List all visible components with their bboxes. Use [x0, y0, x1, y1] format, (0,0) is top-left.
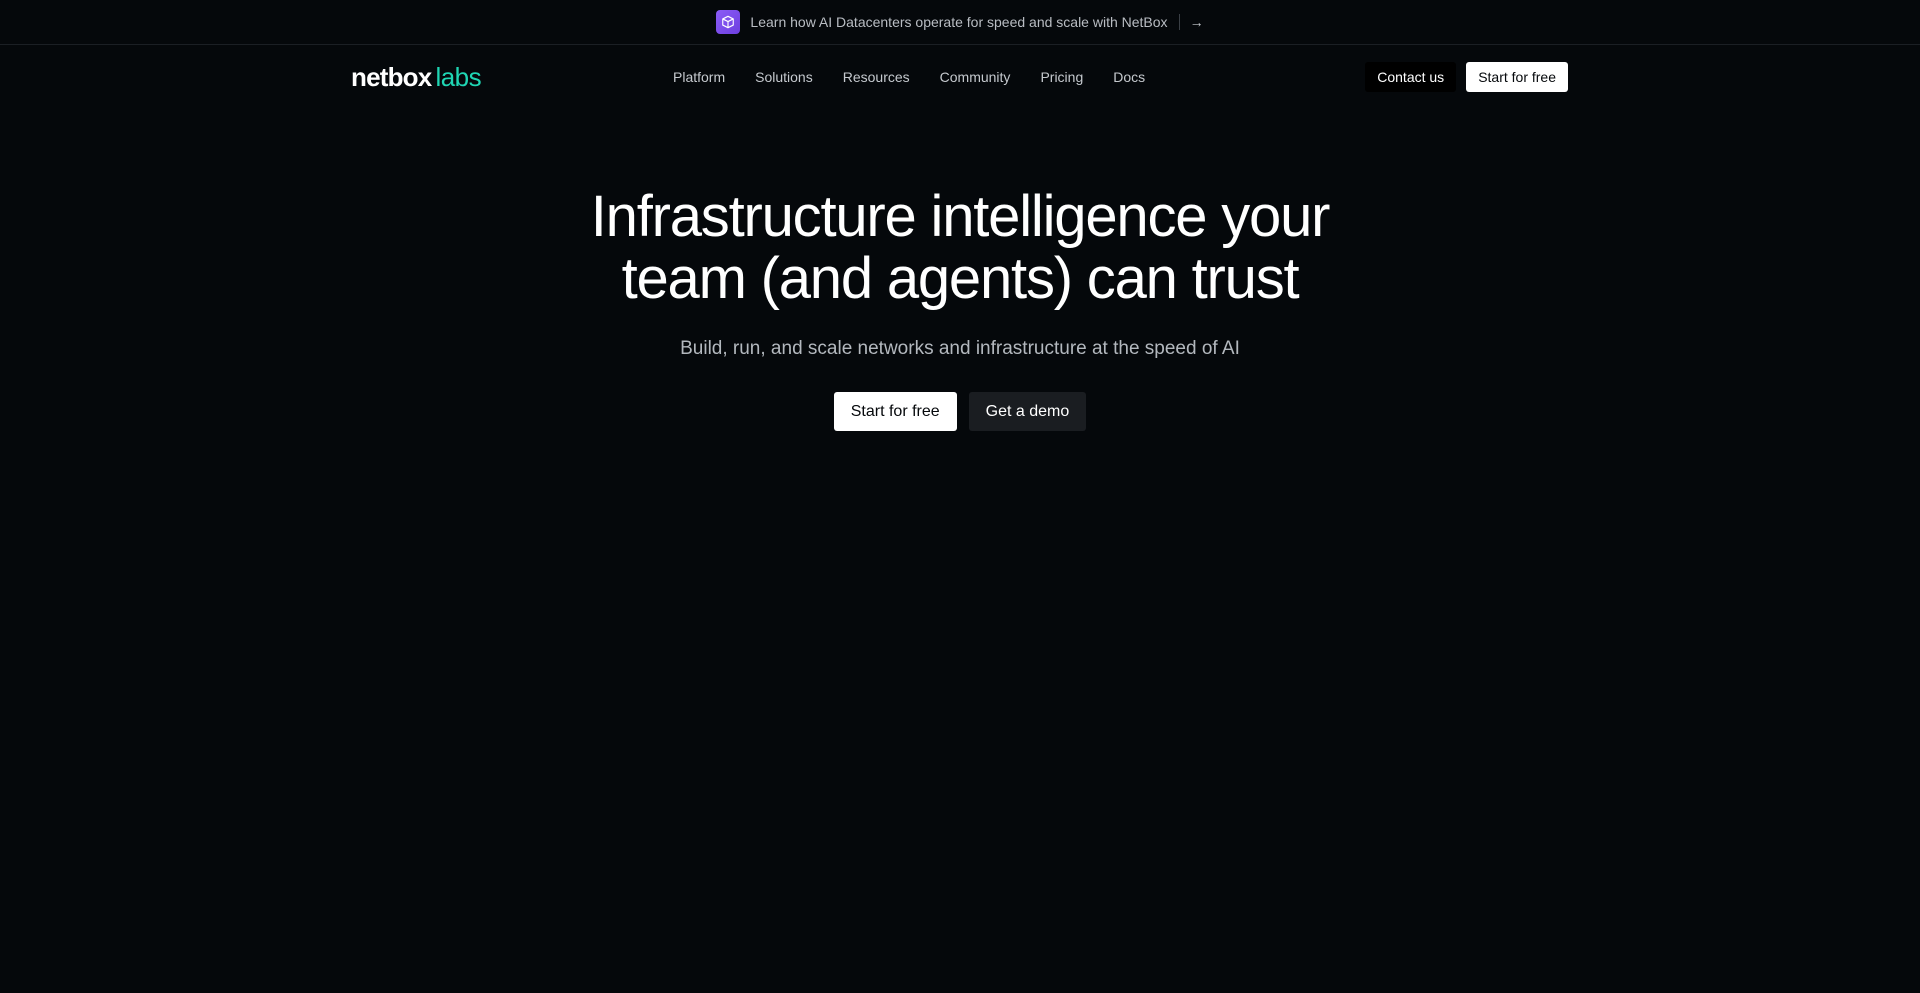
get-demo-button[interactable]: Get a demo — [968, 392, 1087, 431]
announcement-text: Learn how AI Datacenters operate for spe… — [750, 14, 1168, 30]
nav-item-docs[interactable]: Docs — [1113, 69, 1145, 85]
top-navigation: netbox labs Platform Solutions Resources … — [0, 46, 1920, 108]
arrow-right-icon: → — [1189, 14, 1204, 30]
hero-title-line-1: Infrastructure intelligence your — [590, 184, 1331, 249]
nav-item-resources[interactable]: Resources — [843, 69, 910, 85]
netbox-labs-logo[interactable]: netbox labs — [351, 62, 482, 92]
nav-item-pricing[interactable]: Pricing — [1040, 69, 1083, 85]
nav-actions: Contact us Start for free — [1365, 62, 1568, 92]
hero-subtitle: Build, run, and scale networks and infra… — [680, 338, 1240, 359]
hero-start-free-button[interactable]: Start for free — [833, 392, 957, 431]
nav-item-solutions[interactable]: Solutions — [755, 69, 813, 85]
hero-section: Infrastructure intelligence your team (a… — [0, 186, 1920, 431]
hero-title-line-2: team (and agents) can trust — [621, 246, 1300, 311]
nav-item-community[interactable]: Community — [940, 69, 1011, 85]
nav-start-free-button[interactable]: Start for free — [1466, 62, 1568, 92]
cube-icon — [716, 10, 741, 34]
logo-secondary: labs — [435, 62, 482, 92]
main-menu: Platform Solutions Resources Community P… — [673, 69, 1175, 85]
hero-title: Infrastructure intelligence your team (a… — [0, 186, 1920, 310]
announcement-divider — [1178, 14, 1180, 30]
nav-item-platform[interactable]: Platform — [673, 69, 725, 85]
announcement-bar: Learn how AI Datacenters operate for spe… — [0, 0, 1920, 45]
hero-cta-group: Start for free Get a demo — [0, 392, 1920, 431]
logo-primary: netbox — [351, 62, 432, 92]
contact-us-button[interactable]: Contact us — [1365, 62, 1457, 92]
announcement-link[interactable]: Learn how AI Datacenters operate for spe… — [716, 10, 1204, 34]
